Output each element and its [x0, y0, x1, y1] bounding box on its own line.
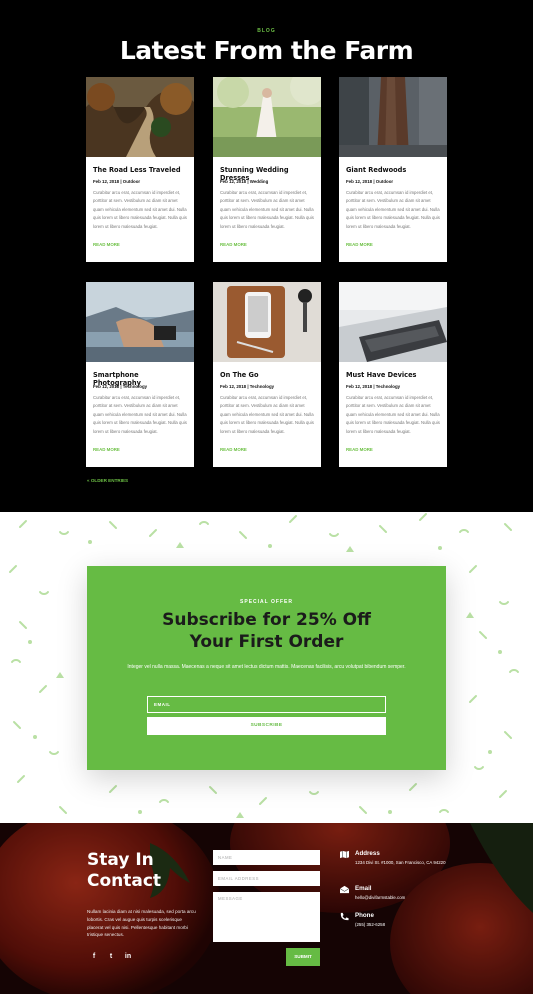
- subscribe-text: Integer vel nulla massa. Maecenas a nequ…: [127, 664, 406, 670]
- post-excerpt: Curabitur arcu erat, accumsan id imperdi…: [346, 190, 440, 229]
- message-field[interactable]: MESSAGE: [213, 892, 320, 942]
- read-more-link[interactable]: READ MORE: [93, 447, 187, 452]
- special-offer-kicker: SPECIAL OFFER: [240, 599, 293, 605]
- contact-heading: Stay In Contact: [87, 850, 197, 892]
- post-title[interactable]: Giant Redwoods: [346, 166, 440, 177]
- address-value: 1234 Divi St. #1000, San Francisco, CA 9…: [355, 860, 446, 865]
- post-date: Feb 12, 2018: [220, 384, 247, 389]
- address-label: Address: [355, 850, 380, 857]
- post-image[interactable]: [339, 282, 447, 362]
- subscribe-section: SPECIAL OFFER Subscribe for 25% Off Your…: [0, 512, 533, 823]
- post-date: Feb 12, 2018: [93, 179, 120, 184]
- email-field[interactable]: EMAIL ADDRESS: [213, 871, 320, 886]
- subscribe-heading-line2: Your First Order: [189, 632, 344, 652]
- post-image[interactable]: [213, 282, 321, 362]
- blog-kicker: BLOG: [257, 28, 276, 34]
- post-category[interactable]: Technology: [250, 384, 274, 389]
- post-excerpt: Curabitur arcu erat, accumsan id imperdi…: [93, 395, 187, 434]
- post-meta: Feb 12, 2018 | Technology: [220, 384, 275, 389]
- facebook-icon[interactable]: f: [89, 953, 99, 960]
- subscribe-button[interactable]: SUBSCRIBE: [147, 717, 386, 735]
- post-date: Feb 12, 2018: [346, 384, 373, 389]
- post-meta: Feb 12, 2018 | Technology: [93, 384, 148, 389]
- phone-value[interactable]: (255) 352-6258: [355, 921, 455, 929]
- blog-card: Must Have Devices Feb 12, 2018 | Technol…: [339, 282, 447, 467]
- subscribe-email-input[interactable]: EMAIL: [147, 696, 386, 713]
- post-excerpt: Curabitur arcu erat, accumsan id imperdi…: [220, 395, 314, 434]
- email-value[interactable]: hello@divifarmstable.com: [355, 894, 455, 902]
- older-entries-link[interactable]: « OLDER ENTRIES: [87, 478, 128, 483]
- instagram-icon[interactable]: in: [123, 953, 133, 960]
- read-more-link[interactable]: READ MORE: [346, 447, 440, 452]
- post-meta: Feb 12, 2018 | Outdoor: [346, 179, 394, 184]
- post-meta: Feb 12, 2018 | Outdoor: [93, 179, 141, 184]
- post-category[interactable]: Technology: [123, 384, 147, 389]
- post-image[interactable]: [339, 77, 447, 157]
- post-category[interactable]: Wedding: [250, 179, 268, 184]
- twitter-icon[interactable]: t: [106, 953, 116, 960]
- post-title[interactable]: Smartphone Photography: [93, 371, 187, 387]
- post-date: Feb 12, 2018: [220, 179, 247, 184]
- blog-card: Smartphone Photography Feb 12, 2018 | Te…: [86, 282, 194, 467]
- post-image[interactable]: [86, 77, 194, 157]
- read-more-link[interactable]: READ MORE: [93, 242, 187, 247]
- post-category[interactable]: Outdoor: [376, 179, 393, 184]
- post-title[interactable]: Must Have Devices: [346, 371, 440, 382]
- post-excerpt: Curabitur arcu erat, accumsan id imperdi…: [346, 395, 440, 434]
- post-date: Feb 12, 2018: [93, 384, 120, 389]
- phone-icon: [340, 912, 349, 921]
- blog-card: On The Go Feb 12, 2018 | Technology Cura…: [213, 282, 321, 467]
- name-field[interactable]: NAME: [213, 850, 320, 865]
- post-title[interactable]: Stunning Wedding Dresses: [220, 166, 314, 182]
- contact-section: Stay In Contact Nullam lacinia diam at n…: [0, 823, 533, 994]
- post-title[interactable]: The Road Less Traveled: [93, 166, 187, 177]
- post-excerpt: Curabitur arcu erat, accumsan id imperdi…: [220, 190, 314, 229]
- blog-card: The Road Less Traveled Feb 12, 2018 | Ou…: [86, 77, 194, 262]
- subscribe-heading-line1: Subscribe for 25% Off: [162, 610, 371, 630]
- subscribe-heading: Subscribe for 25% Off Your First Order: [87, 609, 446, 653]
- map-icon: [340, 850, 349, 859]
- post-excerpt: Curabitur arcu erat, accumsan id imperdi…: [93, 190, 187, 229]
- post-image[interactable]: [86, 282, 194, 362]
- email-label: Email: [355, 885, 372, 892]
- contact-heading-line1: Stay In: [87, 850, 154, 870]
- post-category[interactable]: Technology: [376, 384, 400, 389]
- subscribe-box: SPECIAL OFFER Subscribe for 25% Off Your…: [87, 566, 446, 770]
- post-title[interactable]: On The Go: [220, 371, 314, 382]
- contact-description: Nullam lacinia diam at nisi malesuada, s…: [87, 909, 196, 938]
- read-more-link[interactable]: READ MORE: [346, 242, 440, 247]
- read-more-link[interactable]: READ MORE: [220, 242, 314, 247]
- blog-heading: Latest From the Farm: [119, 36, 414, 65]
- post-date: Feb 12, 2018: [346, 179, 373, 184]
- blog-card: Stunning Wedding Dresses Feb 12, 2018 | …: [213, 77, 321, 262]
- read-more-link[interactable]: READ MORE: [220, 447, 314, 452]
- blog-card: Giant Redwoods Feb 12, 2018 | Outdoor Cu…: [339, 77, 447, 262]
- post-category[interactable]: Outdoor: [123, 179, 140, 184]
- blog-section: BLOG Latest From the Farm The Road Less …: [0, 0, 533, 512]
- envelope-icon: [340, 885, 349, 894]
- post-meta: Feb 12, 2018 | Technology: [346, 384, 401, 389]
- contact-heading-line2: Contact: [87, 871, 162, 891]
- post-meta: Feb 12, 2018 | Wedding: [220, 179, 269, 184]
- phone-label: Phone: [355, 912, 374, 919]
- submit-button[interactable]: SUBMIT: [286, 948, 320, 966]
- post-image[interactable]: [213, 77, 321, 157]
